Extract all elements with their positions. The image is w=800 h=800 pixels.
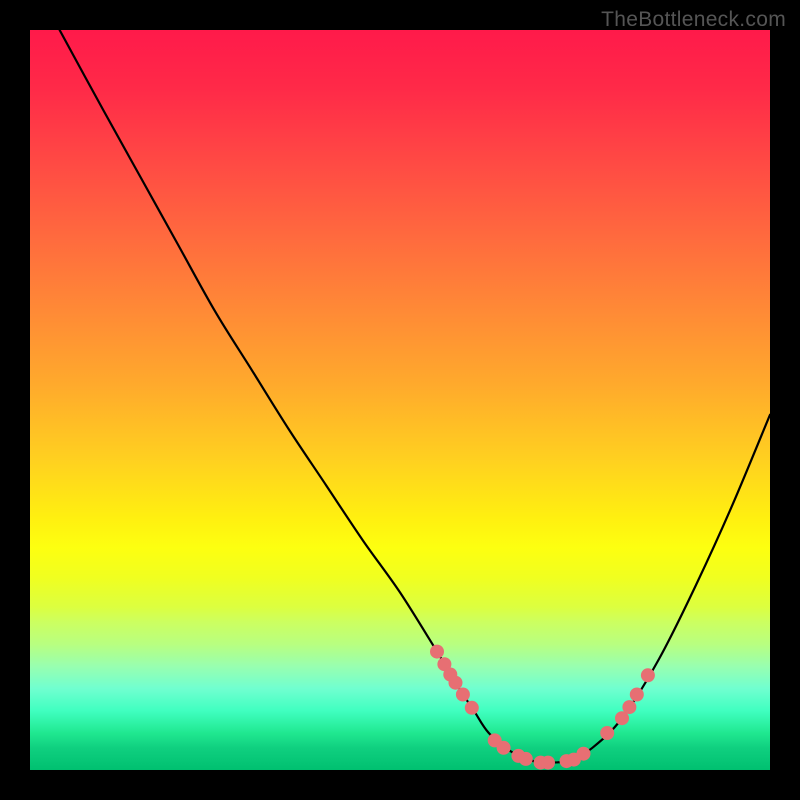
curve-marker <box>449 676 463 690</box>
curve-marker <box>641 668 655 682</box>
curve-marker <box>497 741 511 755</box>
curve-marker <box>630 688 644 702</box>
curve-marker <box>465 701 479 715</box>
bottleneck-curve <box>60 30 770 763</box>
curve-marker <box>456 688 470 702</box>
chart-canvas <box>30 30 770 770</box>
marker-group <box>430 645 655 770</box>
curve-marker <box>430 645 444 659</box>
watermark-text: TheBottleneck.com <box>601 8 786 32</box>
curve-marker <box>622 700 636 714</box>
curve-marker <box>519 752 533 766</box>
curve-marker <box>577 747 591 761</box>
curve-marker <box>600 726 614 740</box>
curve-svg <box>30 30 770 770</box>
curve-marker <box>541 756 555 770</box>
